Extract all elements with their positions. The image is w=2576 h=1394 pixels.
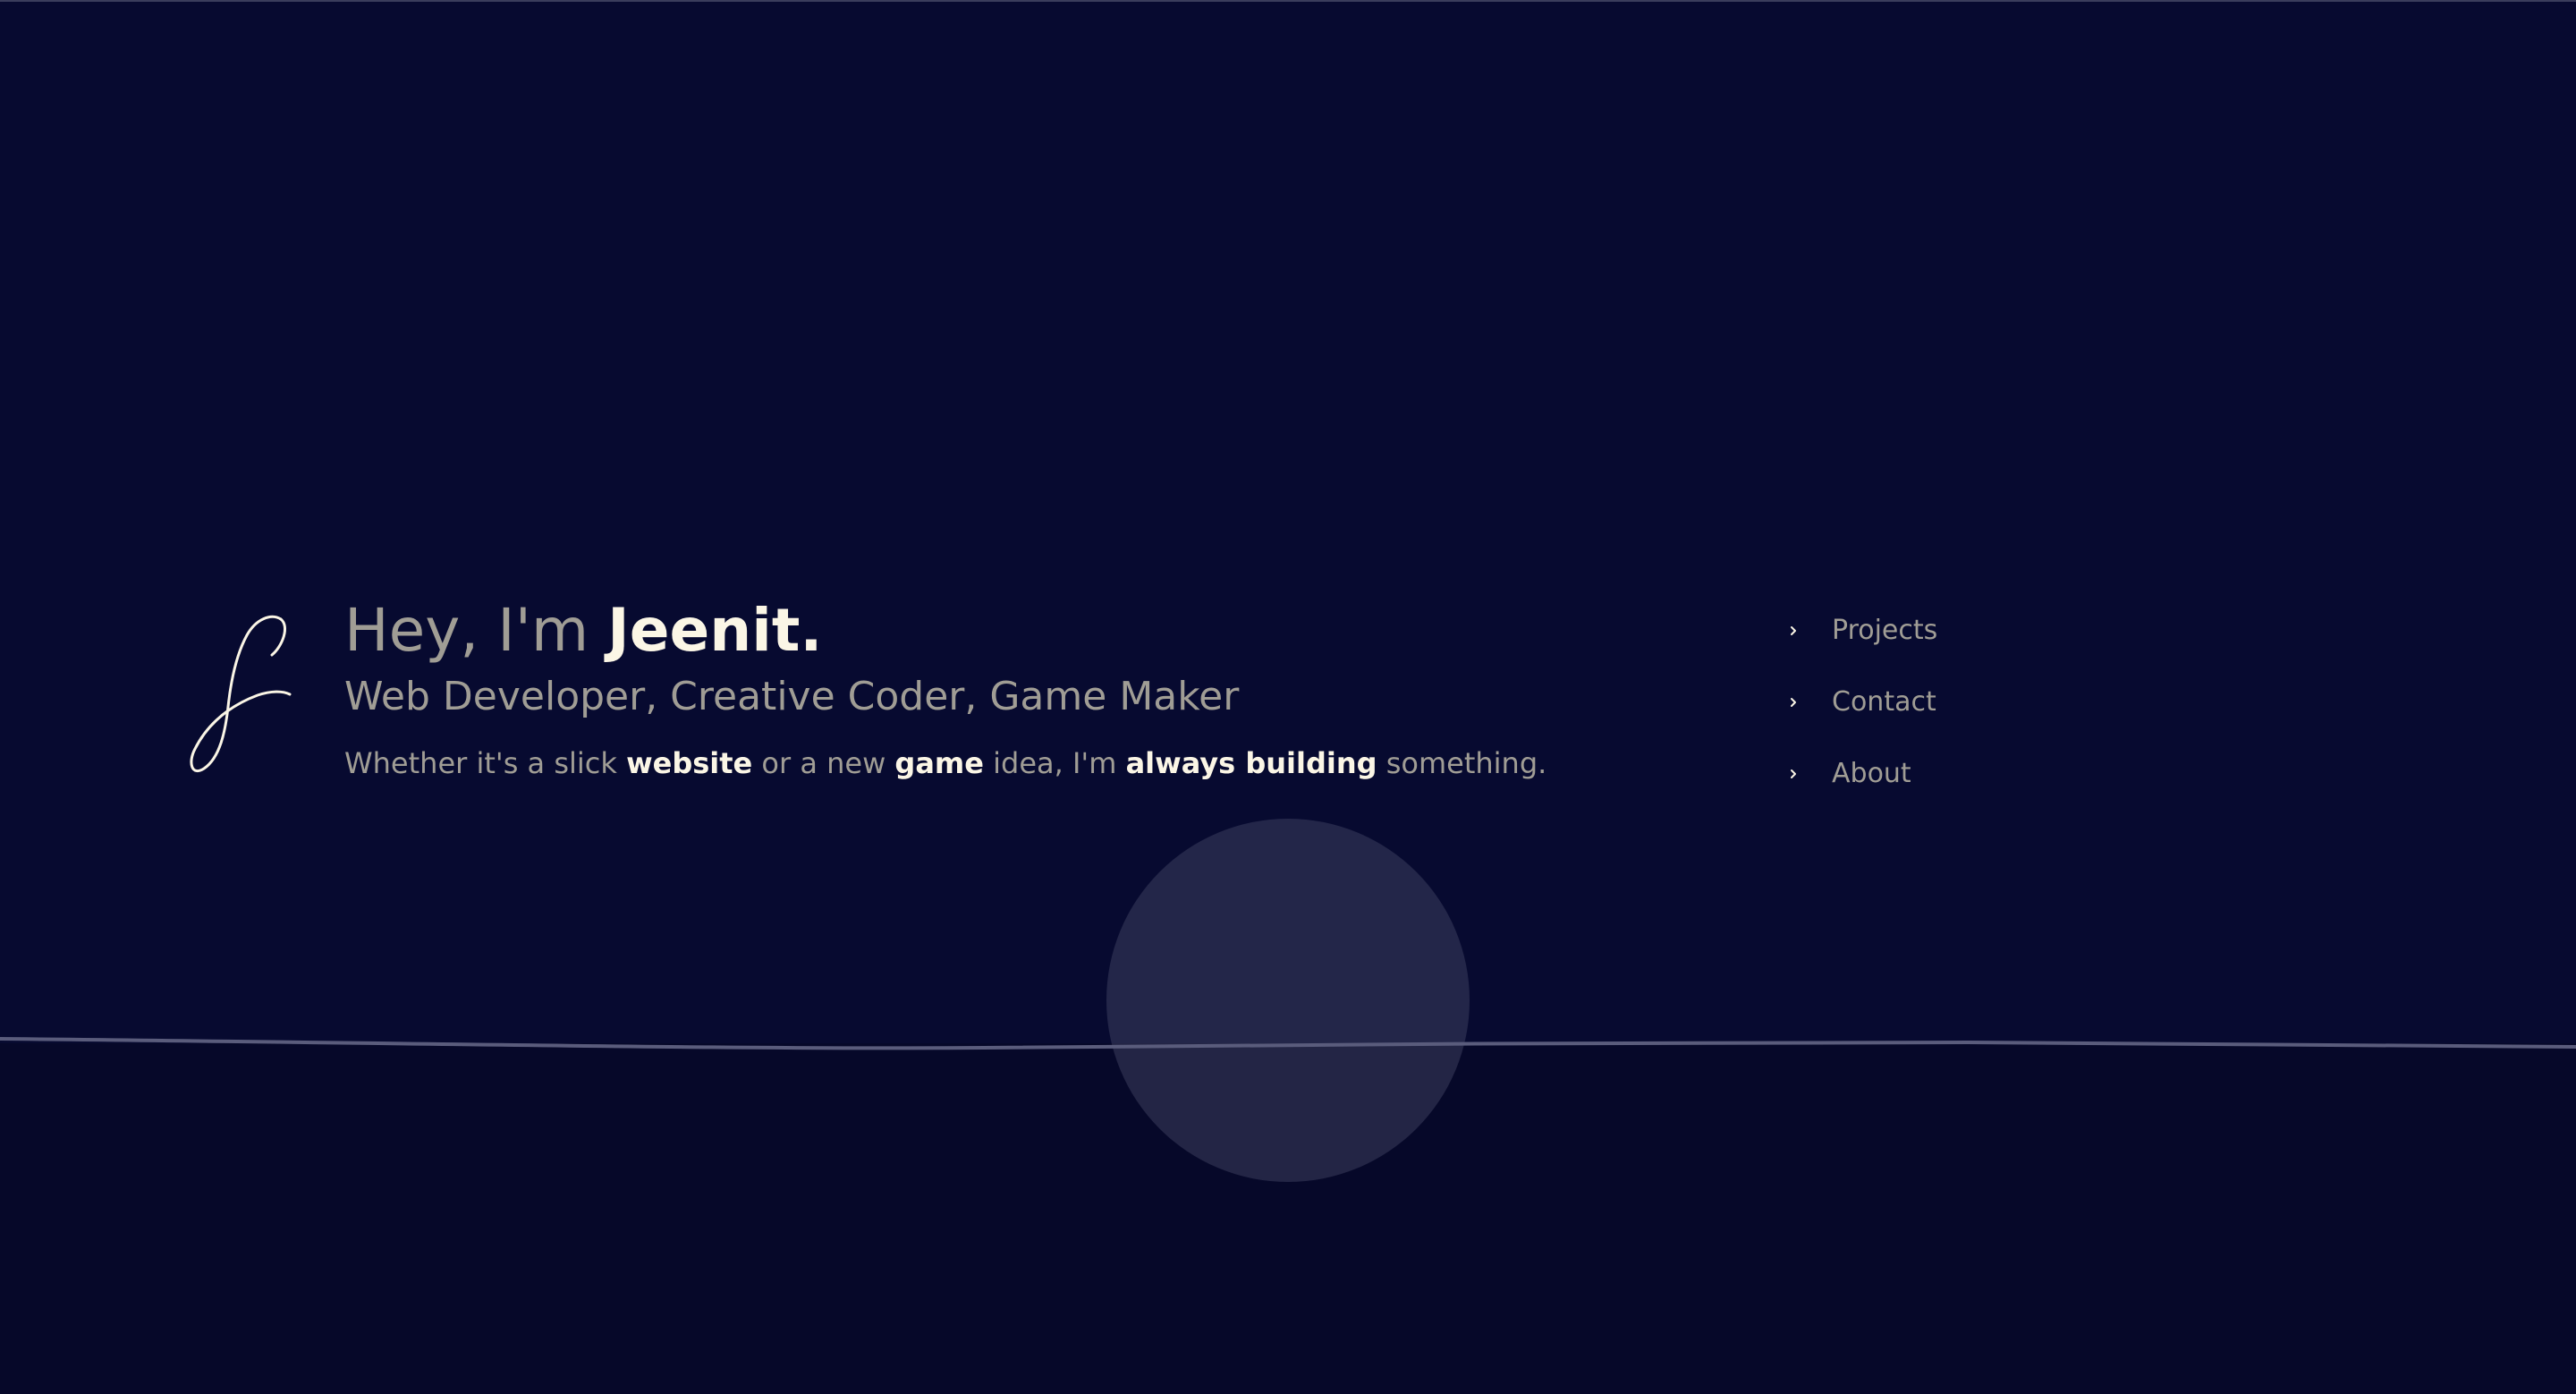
- tagline-highlight: always building: [1125, 746, 1377, 780]
- hero-greeting: Hey, I'm Jeenit.: [344, 592, 1686, 669]
- hero-intro: Hey, I'm Jeenit. Web Developer, Creative…: [344, 592, 1686, 786]
- tagline-text: idea, I'm: [983, 746, 1126, 780]
- tagline-highlight: game: [894, 746, 984, 780]
- chevron-right-icon: [1791, 626, 1796, 635]
- nav-item-label: Contact: [1832, 686, 1936, 718]
- chevron-right-icon: [1791, 698, 1796, 707]
- tagline-highlight: website: [626, 746, 753, 780]
- tagline-text: Whether it's a slick: [344, 746, 627, 780]
- greeting-prefix: Hey, I'm: [344, 596, 608, 665]
- chevron-right-icon: [1791, 769, 1796, 778]
- nav-item-label: Projects: [1832, 615, 1938, 646]
- hero-tagline: Whether it's a slick website or a new ga…: [344, 741, 1686, 786]
- horizon-line: [0, 1037, 2576, 1050]
- top-border: [0, 0, 2576, 2]
- nav-item-projects[interactable]: Projects: [1785, 595, 2018, 667]
- hero-name: Jeenit.: [607, 596, 823, 665]
- nav-item-about[interactable]: About: [1785, 738, 2018, 810]
- tagline-text: something.: [1377, 746, 1547, 780]
- nav-item-label: About: [1832, 758, 1911, 789]
- glowing-orb: [1106, 819, 1470, 1182]
- signature-j-icon: [190, 615, 292, 772]
- tagline-text: or a new: [752, 746, 895, 780]
- nav-item-contact[interactable]: Contact: [1785, 667, 2018, 738]
- hero-roles: Web Developer, Creative Coder, Game Make…: [344, 674, 1240, 719]
- main-nav: Projects Contact About: [1785, 595, 2018, 810]
